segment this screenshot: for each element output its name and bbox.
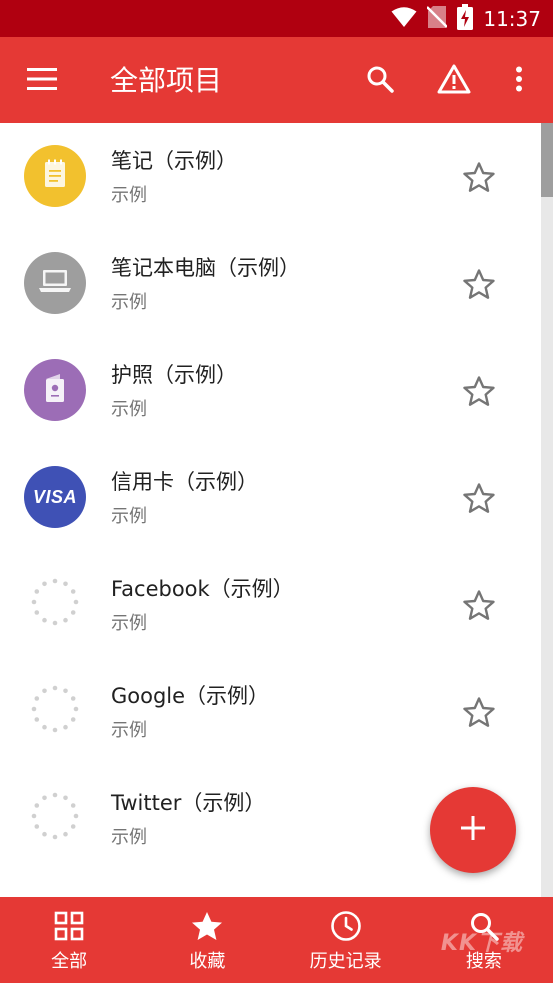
item-list[interactable]: 笔记（示例） 示例 笔记本电脑（示例） 示例 护照（示例） 示例 VISA 信用… (0, 123, 541, 897)
favorite-toggle[interactable] (456, 587, 502, 627)
item-subtitle: 示例 (111, 827, 147, 848)
item-name: Twitter（示例） (111, 791, 266, 815)
loading-avatar (24, 680, 86, 742)
scrollbar-track[interactable] (541, 123, 553, 897)
passport-icon (44, 373, 66, 407)
star-outline-icon (463, 590, 495, 624)
loading-spinner-icon (30, 577, 80, 631)
search-icon (366, 65, 394, 97)
loading-spinner-icon (30, 684, 80, 738)
item-name: 笔记本电脑（示例） (111, 256, 300, 280)
status-time: 11:37 (483, 6, 541, 31)
passport-avatar (24, 359, 86, 421)
item-subtitle: 示例 (111, 185, 147, 206)
laptop-avatar (24, 252, 86, 314)
star-outline-icon (463, 162, 495, 196)
visa-avatar: VISA (24, 466, 86, 528)
item-name: Google（示例） (111, 684, 270, 708)
add-item-button[interactable] (430, 787, 516, 873)
menu-button[interactable] (20, 59, 64, 103)
nav-label: 全部 (51, 951, 88, 972)
loading-spinner-icon (30, 791, 80, 845)
app-bar: 全部项目 (0, 37, 553, 123)
favorite-toggle[interactable] (456, 373, 502, 413)
more-vert-icon (515, 66, 523, 96)
item-subtitle: 示例 (111, 399, 147, 420)
list-item[interactable]: VISA 信用卡（示例） 示例 (0, 444, 541, 551)
list-item[interactable]: 笔记（示例） 示例 (0, 123, 541, 230)
warning-button[interactable] (432, 59, 476, 103)
status-bar: 11:37 (0, 0, 553, 37)
favorite-toggle[interactable] (456, 266, 502, 306)
favorite-toggle[interactable] (456, 480, 502, 520)
nav-label: 历史记录 (309, 951, 382, 972)
wifi-icon (391, 6, 417, 32)
search-button[interactable] (358, 59, 402, 103)
list-item[interactable]: Google（示例） 示例 (0, 658, 541, 765)
laptop-icon (38, 269, 72, 297)
item-subtitle: 示例 (111, 506, 147, 527)
list-item[interactable]: 笔记本电脑（示例） 示例 (0, 230, 541, 337)
item-name: 信用卡（示例） (111, 470, 258, 494)
star-outline-icon (463, 269, 495, 303)
more-options-button[interactable] (497, 59, 541, 103)
loading-avatar (24, 787, 86, 849)
item-subtitle: 示例 (111, 613, 147, 634)
no-sim-icon (426, 5, 449, 33)
plus-icon (461, 816, 485, 844)
nav-item-history[interactable]: 历史记录 (277, 897, 415, 983)
clock-icon (329, 909, 363, 943)
star-outline-icon (463, 483, 495, 517)
nav-item-all[interactable]: 全部 (0, 897, 138, 983)
note-icon (43, 159, 67, 193)
item-subtitle: 示例 (111, 720, 147, 741)
item-name: Facebook（示例） (111, 577, 294, 601)
list-item[interactable]: 护照（示例） 示例 (0, 337, 541, 444)
star-icon (190, 909, 224, 943)
item-subtitle: 示例 (111, 292, 147, 313)
visa-icon: VISA (32, 486, 77, 507)
star-outline-icon (463, 697, 495, 731)
grid-icon (52, 909, 86, 943)
page-title: 全部项目 (110, 64, 223, 97)
loading-avatar (24, 573, 86, 635)
favorite-toggle[interactable] (456, 159, 502, 199)
nav-item-favorites[interactable]: 收藏 (138, 897, 276, 983)
battery-charging-icon (457, 3, 474, 34)
scrollbar-thumb[interactable] (541, 123, 553, 197)
note-avatar (24, 145, 86, 207)
item-name: 护照（示例） (111, 363, 237, 387)
list-item[interactable]: Facebook（示例） 示例 (0, 551, 541, 658)
star-outline-icon (463, 376, 495, 410)
watermark: KK下载 (440, 931, 523, 956)
hamburger-menu-icon (27, 68, 57, 94)
nav-label: 收藏 (189, 951, 226, 972)
favorite-toggle[interactable] (456, 694, 502, 734)
warning-icon (437, 64, 471, 98)
item-name: 笔记（示例） (111, 149, 237, 173)
